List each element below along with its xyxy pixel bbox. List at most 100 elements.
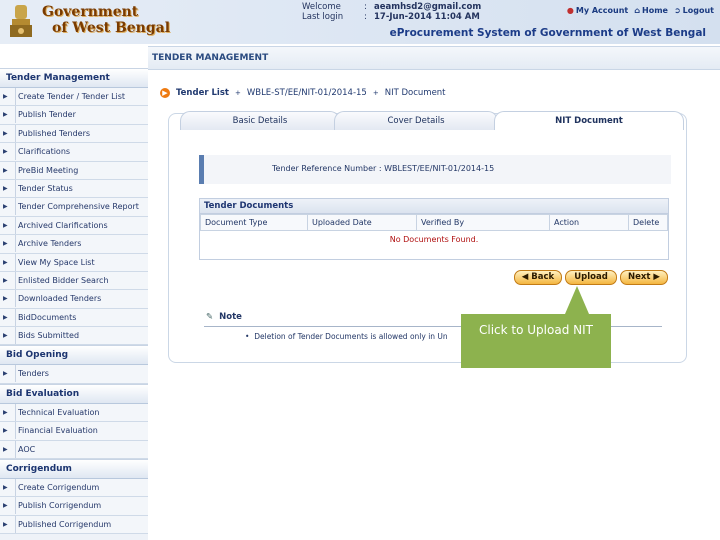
sidebar-item-label: Clarifications: [15, 143, 70, 161]
sidebar-item-downloaded-tenders[interactable]: ▶ Downloaded Tenders: [0, 290, 148, 309]
sidebar-item-archived-clarifications[interactable]: ▶ Archived Clarifications: [0, 216, 148, 236]
sidebar-item-archive-tenders[interactable]: ▶ Archive Tenders: [0, 235, 148, 254]
sidebar-item-tender-status[interactable]: ▶ Tender Status: [0, 179, 148, 199]
page-title: TENDER MANAGEMENT: [152, 53, 269, 63]
home-link[interactable]: ⌂ Home: [634, 6, 668, 15]
arrow-right-icon: ▶: [3, 484, 8, 492]
arrow-right-icon: ▶: [3, 166, 8, 174]
column-action: Action: [549, 214, 629, 231]
tab-cover-details[interactable]: Cover Details: [334, 111, 498, 130]
arrow-right-icon: ▶: [3, 295, 8, 303]
upload-button[interactable]: Upload: [565, 270, 617, 285]
next-label: Next: [628, 272, 651, 282]
sidebar-item-publish-corrigendum[interactable]: ▶ Publish Corrigendum: [0, 497, 148, 516]
tab-basic-details[interactable]: Basic Details: [180, 111, 340, 130]
logout-link[interactable]: ➲ Logout: [674, 6, 714, 15]
sidebar-item-label: Tender Comprehensive Report: [15, 198, 139, 216]
no-documents-message: No Documents Found.: [389, 234, 479, 244]
sidebar-item-view-my-space[interactable]: ▶ View My Space List: [0, 253, 148, 272]
sidebar-item-aoc[interactable]: ▶ AOC: [0, 440, 148, 460]
breadcrumb-separator: +: [372, 89, 379, 97]
sidebar-item-label: Create Corrigendum: [15, 479, 99, 497]
sidebar-item-clarifications[interactable]: ▶ Clarifications: [0, 143, 148, 162]
tender-reference-box: Tender Reference Number : WBLEST/EE/NIT-…: [199, 155, 671, 184]
sidebar-item-label: Tenders: [15, 365, 49, 383]
arrow-right-icon: ▶: [3, 148, 8, 156]
arrow-right-icon: ▶: [3, 445, 8, 453]
arrow-right-icon: ▶: [3, 240, 8, 248]
arrow-right-icon: ▶: [3, 520, 8, 528]
sidebar-item-published-corrigendum[interactable]: ▶ Published Corrigendum: [0, 515, 148, 535]
sidebar-item-create-tender[interactable]: ▶ Create Tender / Tender List: [0, 88, 148, 107]
logout-label: Logout: [682, 6, 714, 15]
sidebar-item-bid-documents[interactable]: ▶ BidDocuments: [0, 308, 148, 328]
column-verified-by: Verified By: [416, 214, 550, 231]
my-account-label: My Account: [575, 6, 629, 15]
tender-documents-title: Tender Documents: [200, 199, 668, 214]
home-label: Home: [642, 6, 668, 15]
sidebar-item-label: Enlisted Bidder Search: [15, 271, 109, 289]
top-links: ● My Account ⌂ Home ➲ Logout: [567, 6, 714, 15]
sidebar-item-comprehensive-report[interactable]: ▶ Tender Comprehensive Report: [0, 198, 148, 217]
sidebar-item-create-corrigendum[interactable]: ▶ Create Corrigendum: [0, 479, 148, 498]
arrow-right-icon: ▶: [3, 313, 8, 321]
sidebar-item-publish-tender[interactable]: ▶ Publish Tender: [0, 106, 148, 125]
site-logo[interactable]: Government of West Bengal: [42, 4, 170, 36]
sidebar-item-label: Bids Submitted: [15, 327, 79, 345]
tab-nit-document[interactable]: NIT Document: [494, 111, 684, 130]
note-text: Deletion of Tender Documents is allowed …: [254, 332, 448, 341]
sidebar-item-enlisted-bidder-search[interactable]: ▶ Enlisted Bidder Search: [0, 271, 148, 291]
sidebar-item-label: View My Space List: [15, 253, 95, 271]
sidebar-section-bid-evaluation[interactable]: Bid Evaluation: [0, 383, 148, 404]
sidebar-item-label: Publish Corrigendum: [15, 497, 101, 515]
breadcrumb-tender-list[interactable]: Tender List: [176, 88, 229, 98]
sidebar-section-bid-opening[interactable]: Bid Opening: [0, 345, 148, 366]
upload-callout: Click to Upload NIT: [461, 314, 611, 368]
my-account-link[interactable]: ● My Account: [567, 6, 628, 15]
arrow-right-icon: ▶: [3, 129, 8, 137]
sidebar-section-corrigendum[interactable]: Corrigendum: [0, 459, 148, 480]
sidebar-item-label: Tender Status: [15, 179, 73, 197]
arrow-right-icon: ▶: [3, 370, 8, 378]
next-button[interactable]: Next ▶: [620, 270, 668, 285]
breadcrumb-arrow-icon: ▶: [160, 88, 170, 98]
sidebar-item-label: Archived Clarifications: [15, 216, 108, 234]
sidebar-item-label: Publish Tender: [15, 106, 76, 124]
welcome-label: Welcome: [302, 2, 341, 12]
login-info: Welcome : aeamhsd2@gmail.com Last login …: [302, 2, 481, 22]
sidebar-item-bids-submitted[interactable]: ▶ Bids Submitted: [0, 327, 148, 346]
user-email: aeamhsd2@gmail.com: [374, 2, 482, 12]
back-button[interactable]: ◀ Back: [514, 270, 562, 285]
colon: :: [364, 12, 367, 22]
bullet-icon: •: [245, 332, 250, 341]
sidebar-item-label: Create Tender / Tender List: [15, 88, 125, 105]
back-arrow-icon: ◀: [521, 272, 529, 282]
column-delete: Delete: [628, 214, 668, 231]
sidebar-item-label: Published Corrigendum: [15, 515, 111, 533]
home-icon: ⌂: [634, 6, 640, 15]
next-arrow-icon: ▶: [653, 272, 660, 282]
sidebar-item-label: Archive Tenders: [15, 235, 81, 253]
tender-documents-table: Tender Documents Document Type Uploaded …: [199, 198, 669, 260]
breadcrumb-tender-id[interactable]: WBLE-ST/EE/NIT-01/2014-15: [247, 88, 367, 98]
sidebar-item-prebid-meeting[interactable]: ▶ PreBid Meeting: [0, 161, 148, 180]
logo-line-1: Government: [42, 4, 139, 20]
sidebar-item-tenders[interactable]: ▶ Tenders: [0, 365, 148, 384]
arrow-right-icon: ▶: [3, 332, 8, 340]
sidebar-item-technical-evaluation[interactable]: ▶ Technical Evaluation: [0, 403, 148, 423]
top-header: Government of West Bengal Welcome : aeam…: [0, 0, 720, 44]
sidebar-item-label: Published Tenders: [15, 124, 90, 142]
tender-reference-number: Tender Reference Number : WBLEST/EE/NIT-…: [272, 164, 495, 173]
sidebar-item-financial-evaluation[interactable]: ▶ Financial Evaluation: [0, 422, 148, 441]
sidebar-item-published-tenders[interactable]: ▶ Published Tenders: [0, 124, 148, 144]
arrow-right-icon: ▶: [3, 184, 8, 192]
note-item: • Deletion of Tender Documents is allowe…: [245, 332, 448, 341]
last-login-label: Last login: [302, 12, 344, 22]
callout-pointer: [565, 286, 589, 314]
sidebar-section-tender-management[interactable]: Tender Management: [0, 68, 148, 88]
user-icon: ●: [566, 6, 574, 15]
arrow-right-icon: ▶: [3, 427, 8, 435]
arrow-right-icon: ▶: [3, 203, 8, 211]
logo-line-2: of West Bengal: [52, 20, 171, 36]
arrow-right-icon: ▶: [3, 276, 8, 284]
